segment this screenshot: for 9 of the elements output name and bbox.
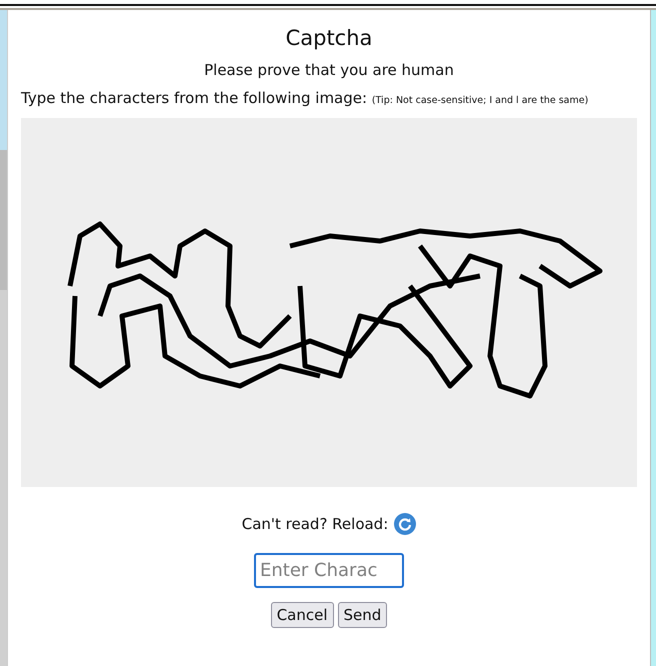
instruction-text: Type the characters from the following image: — [21, 89, 368, 107]
tip-text: (Tip: Not case-sensitive; I and l are the same) — [372, 95, 588, 106]
input-field[interactable]: Enter Charac — [254, 553, 404, 588]
reload-icon[interactable] — [394, 513, 416, 535]
action-button[interactable]: Cancel — [270, 602, 334, 628]
action-button[interactable]: Send — [338, 602, 388, 628]
subtitle-text: Please prove that you are human — [204, 61, 454, 79]
dialog-title: Captcha — [286, 26, 372, 50]
reload-label: Can't read? Reload: — [242, 515, 388, 533]
